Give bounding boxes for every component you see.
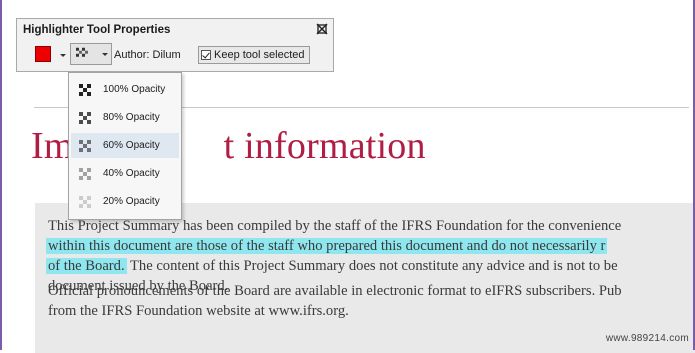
text-line: within this document are those of the st… <box>46 236 621 256</box>
opacity-option-label: 40% Opacity <box>103 168 160 179</box>
keep-tool-selected-toggle[interactable]: Keep tool selected <box>198 46 310 64</box>
opacity-option-100[interactable]: 100% Opacity <box>71 77 179 102</box>
keep-tool-label: Keep tool selected <box>214 49 305 61</box>
toolbar-title: Highlighter Tool Properties <box>23 24 171 36</box>
keep-tool-checkbox[interactable] <box>201 50 211 60</box>
opacity-option-label: 60% Opacity <box>103 140 160 151</box>
watermark: www.989214.com <box>605 333 689 344</box>
summary-paragraph-2: Official pronouncements of the Board are… <box>48 281 622 321</box>
opacity-option-label: 100% Opacity <box>103 84 166 95</box>
opacity-100-icon <box>79 84 91 96</box>
opacity-80-icon <box>79 112 91 124</box>
opacity-option-label: 80% Opacity <box>103 112 160 123</box>
text-line: from the IFRS Foundation website at www.… <box>48 303 349 319</box>
highlighted-text[interactable]: within this document are those of the st… <box>46 238 608 254</box>
opacity-40-icon <box>79 168 91 180</box>
opacity-option-80[interactable]: 80% Opacity <box>71 105 179 130</box>
window-frame-left <box>0 0 2 350</box>
opacity-option-40[interactable]: 40% Opacity <box>71 161 179 186</box>
highlighted-text[interactable]: of the Board. <box>46 258 127 274</box>
opacity-icon <box>76 47 88 57</box>
opacity-dropdown-menu[interactable]: 100% Opacity 80% Opacity 60% Opacity 40%… <box>68 72 182 220</box>
text-line: of the Board. The content of this Projec… <box>46 258 618 274</box>
highlight-color-swatch[interactable] <box>35 46 51 62</box>
author-label: Author: Dilum <box>114 49 181 61</box>
opacity-option-20[interactable]: 20% Opacity <box>71 189 179 214</box>
color-dropdown-arrow-icon[interactable] <box>60 54 66 57</box>
opacity-option-60[interactable]: 60% Opacity <box>71 133 179 158</box>
pin-icon[interactable] <box>316 23 328 35</box>
opacity-dropdown-button[interactable] <box>70 43 112 65</box>
opacity-option-label: 20% Opacity <box>103 196 160 207</box>
text-line: Official pronouncements of the Board are… <box>48 283 622 299</box>
opacity-60-icon <box>79 140 91 152</box>
opacity-20-icon <box>79 196 91 208</box>
chevron-down-icon <box>102 53 108 56</box>
highlighter-properties-toolbar[interactable]: Highlighter Tool Properties Author: Dilu… <box>16 18 334 72</box>
